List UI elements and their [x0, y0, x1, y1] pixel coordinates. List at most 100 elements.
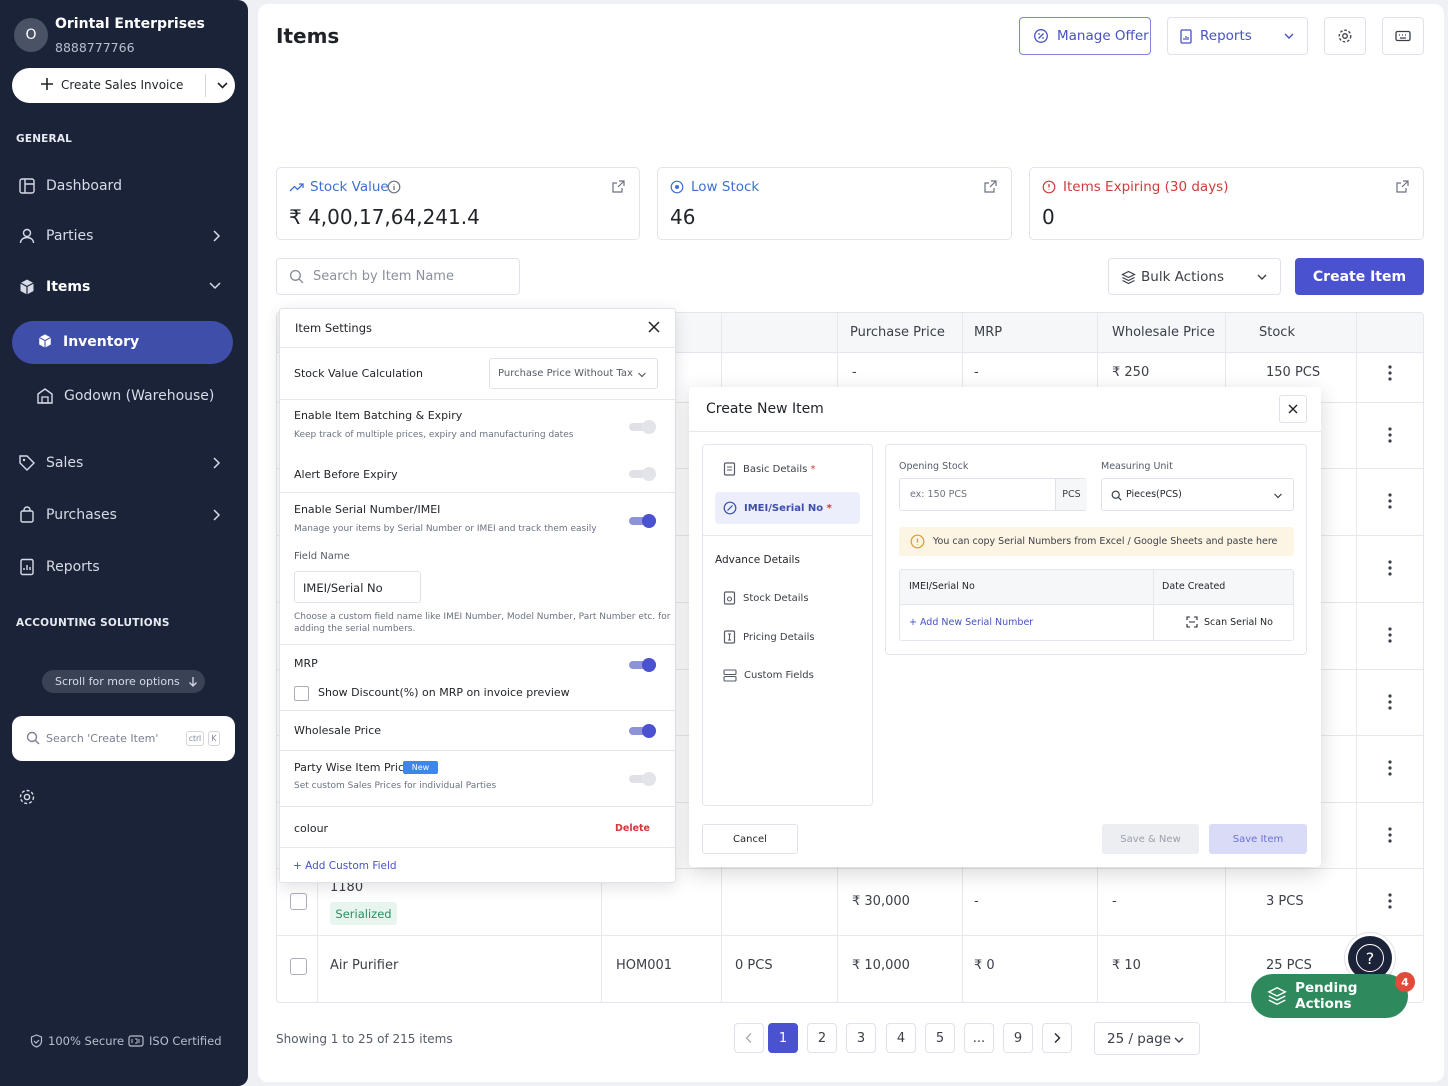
items-expiring-card[interactable]: Items Expiring (30 days) 0 [1029, 167, 1424, 240]
reports-dropdown[interactable]: Reports [1167, 17, 1308, 55]
bulk-actions-dropdown[interactable]: Bulk Actions [1108, 258, 1281, 295]
sidebar-item-items[interactable]: Items [18, 272, 232, 302]
more-options-icon[interactable] [1388, 627, 1392, 643]
row-checkbox[interactable] [290, 958, 307, 975]
external-link-icon[interactable] [984, 180, 997, 193]
pagination-page[interactable]: 2 [807, 1023, 837, 1053]
toggle-knob [642, 658, 656, 672]
pagination-page[interactable]: 3 [846, 1023, 876, 1053]
cell-item-name[interactable]: Air Purifier [330, 958, 398, 973]
report-icon [1180, 28, 1192, 44]
gear-icon [1338, 29, 1352, 43]
search-items-input[interactable]: Search by Item Name [276, 258, 520, 295]
scroll-more-hint[interactable]: Scroll for more options [42, 670, 205, 693]
low-stock-card[interactable]: Low Stock 46 [657, 167, 1012, 240]
external-link-icon[interactable] [1396, 180, 1409, 193]
add-serial-number-button[interactable]: + Add New Serial Number [909, 617, 1033, 628]
sidebar-item-settings[interactable] [18, 782, 232, 812]
create-sales-invoice-button[interactable]: Create Sales Invoice [12, 68, 235, 103]
sidebar-item-inventory[interactable]: Inventory [12, 321, 233, 364]
field-name-label: Field Name [294, 551, 350, 562]
more-options-icon[interactable] [1388, 493, 1392, 509]
sidebar-item-reports[interactable]: Reports [18, 552, 232, 582]
pagination-page[interactable]: 9 [1003, 1023, 1033, 1053]
create-item-button[interactable]: Create Item [1295, 258, 1424, 295]
search-icon [1111, 490, 1122, 501]
nav-stock-details[interactable]: Stock Details [723, 591, 809, 605]
stock-calc-select[interactable]: Purchase Price Without Tax [489, 358, 658, 389]
more-options-icon[interactable] [1388, 560, 1392, 576]
more-options-icon[interactable] [1388, 893, 1392, 909]
batching-toggle[interactable] [629, 420, 656, 434]
sidebar-item-purchases[interactable]: Purchases [18, 500, 232, 530]
chevron-down-icon [1284, 33, 1294, 39]
sidebar-item-sales[interactable]: Sales [18, 448, 232, 478]
pagination-next[interactable] [1042, 1023, 1072, 1053]
pending-actions-button[interactable]: Pending Actions [1251, 974, 1408, 1018]
field-name-input[interactable]: IMEI/Serial No [294, 571, 421, 603]
alert-expiry-toggle[interactable] [629, 467, 656, 481]
info-icon[interactable] [387, 180, 401, 194]
chevron-down-icon [638, 372, 646, 378]
close-icon[interactable] [648, 321, 660, 333]
wholesale-toggle[interactable] [629, 724, 656, 738]
business-name[interactable]: Orintal Enterprises [55, 16, 205, 32]
col-stock[interactable]: Stock [1259, 325, 1295, 340]
manage-offer-button[interactable]: Manage Offer [1019, 17, 1151, 55]
settings-button[interactable] [1324, 17, 1366, 55]
more-options-icon[interactable] [1388, 427, 1392, 443]
measuring-unit-select[interactable]: Pieces(PCS) [1101, 478, 1294, 511]
nav-basic-details[interactable]: Basic Details * [723, 462, 816, 476]
nav-custom-fields[interactable]: Custom Fields [723, 669, 814, 682]
avatar[interactable]: O [14, 18, 48, 52]
pagination-page[interactable]: 1 [768, 1023, 798, 1053]
scan-serial-label: Scan Serial No [1204, 616, 1273, 628]
pagination-ellipsis[interactable]: ... [964, 1023, 994, 1053]
mrp-toggle[interactable] [629, 658, 656, 672]
show-discount-checkbox[interactable] [294, 686, 309, 701]
dialog-title: Create New Item [706, 401, 824, 417]
nav-label: Pricing Details [743, 631, 815, 643]
save-item-button[interactable]: Save Item [1209, 824, 1307, 854]
per-page-select[interactable]: 25 / page [1094, 1022, 1200, 1055]
nav-pricing-details[interactable]: Pricing Details [723, 630, 815, 644]
row-checkbox[interactable] [290, 893, 307, 910]
pagination-page[interactable]: 4 [886, 1023, 916, 1053]
item-settings-panel: Item Settings Stock Value Calculation Pu… [279, 308, 677, 883]
external-link-icon[interactable] [612, 180, 625, 193]
col-mrp[interactable]: MRP [974, 325, 1002, 340]
sidebar-search[interactable]: Search 'Create Item' ctrl K [12, 716, 235, 761]
stock-value-card[interactable]: Stock Value ₹ 4,00,17,64,241.4 [276, 167, 640, 240]
sidebar-item-parties[interactable]: Parties [18, 221, 232, 251]
add-custom-field-button[interactable]: + Add Custom Field [293, 860, 397, 872]
custom-field-name: colour [294, 822, 329, 835]
serial-number-toggle[interactable] [629, 514, 656, 528]
create-sales-invoice-label: Create Sales Invoice [61, 78, 184, 92]
opening-stock-input[interactable]: ex: 150 PCS PCS [899, 478, 1087, 511]
nav-imei-serial[interactable]: IMEI/Serial No * [723, 501, 832, 515]
pending-count-badge: 4 [1395, 972, 1415, 992]
sidebar-item-dashboard[interactable]: Dashboard [18, 171, 232, 201]
pagination-page[interactable]: 5 [925, 1023, 955, 1053]
more-options-icon[interactable] [1388, 760, 1392, 776]
pagination-prev[interactable] [734, 1023, 764, 1053]
col-purchase-price[interactable]: Purchase Price [850, 325, 945, 340]
more-options-icon[interactable] [1388, 694, 1392, 710]
document-icon [723, 462, 736, 476]
cancel-button[interactable]: Cancel [702, 824, 798, 854]
col-wholesale-price[interactable]: Wholesale Price [1112, 325, 1215, 340]
sidebar-item-godown[interactable]: Godown (Warehouse) [36, 381, 250, 411]
close-dialog-button[interactable] [1279, 395, 1307, 423]
chevron-down-icon [1174, 1037, 1184, 1043]
cell-wholesale-price: - [1112, 894, 1117, 909]
chevron-down-icon[interactable] [216, 79, 229, 92]
delete-custom-field-button[interactable]: Delete [615, 823, 650, 834]
party-price-toggle[interactable] [629, 772, 656, 786]
offer-icon [1034, 29, 1048, 43]
more-options-icon[interactable] [1388, 827, 1392, 843]
scan-serial-button[interactable]: Scan Serial No [1186, 616, 1273, 628]
keyboard-shortcuts-button[interactable] [1382, 17, 1424, 55]
more-options-icon[interactable] [1388, 365, 1392, 381]
save-and-new-button[interactable]: Save & New [1102, 824, 1199, 854]
imei-form-panel: Opening Stock ex: 150 PCS PCS Measuring … [885, 444, 1307, 655]
